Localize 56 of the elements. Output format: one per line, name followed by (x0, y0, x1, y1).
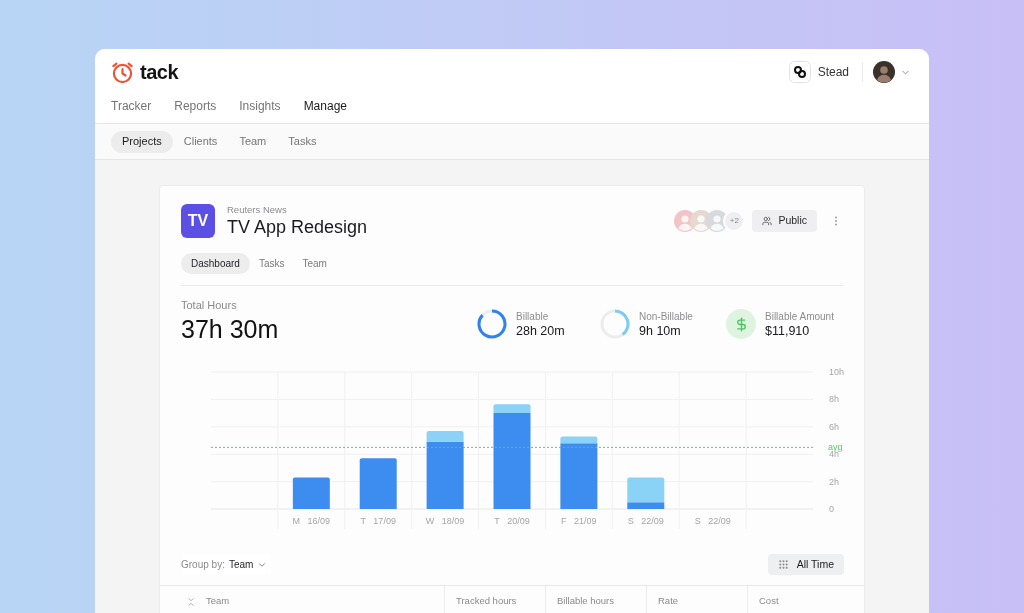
axis-label: S 22/09 (694, 516, 731, 526)
project-title: TV App Redesign (227, 216, 368, 238)
logo-text: tack (140, 62, 179, 82)
stat-label: Billable Amount (765, 309, 834, 323)
column-header: Team (206, 594, 230, 609)
column-header: Rate (658, 594, 679, 609)
dots-grid-icon (777, 559, 789, 570)
stat-label: Billable (516, 309, 550, 323)
client-name: Reuters News (227, 204, 288, 216)
project-tab[interactable]: Dashboard (181, 253, 250, 274)
more-members-count: +2 (723, 210, 746, 232)
total-hours-value: 37h 30m (181, 314, 280, 344)
bar (292, 477, 330, 509)
axis-label: 8h (829, 394, 839, 405)
nav-tab[interactable]: Insights (239, 96, 281, 115)
stat-value: 9h 10m (639, 322, 682, 339)
alarm-clock-logo-icon (111, 60, 134, 84)
workspace-logo-icon (788, 61, 811, 83)
bar (359, 458, 397, 509)
account-menu-button[interactable] (873, 61, 911, 83)
collapse-icon (186, 596, 196, 607)
subnav-tab[interactable]: Projects (111, 130, 173, 153)
total-hours-label: Total Hours (181, 299, 238, 312)
stat-value: $11,910 (765, 322, 811, 339)
axis-label: 2h (829, 476, 839, 487)
people-icon (762, 216, 773, 226)
progress-ring (600, 309, 630, 339)
user-avatar-icon (873, 61, 895, 83)
subnav-tab[interactable]: Clients (172, 130, 229, 153)
stat-value: 28h 20m (516, 322, 565, 339)
axis-label: T 20/09 (494, 516, 530, 526)
axis-label: M 16/09 (292, 516, 331, 526)
dollar-icon (726, 309, 756, 339)
project-tab[interactable]: Tasks (249, 253, 294, 274)
workspace-switcher[interactable]: Stead (788, 61, 849, 83)
progress-ring (477, 309, 507, 339)
axis-label: 10h (829, 367, 845, 377)
axis-label: 0 (829, 504, 834, 514)
nav-tab[interactable]: Manage (303, 96, 347, 115)
axis-label: S 22/09 (627, 516, 664, 526)
project-tab[interactable]: Team (293, 253, 336, 274)
axis-label: T 17/09 (360, 516, 396, 526)
axis-label: W 18/09 (425, 516, 465, 526)
axis-label: 6h (829, 421, 839, 432)
time-range-button[interactable]: All Time (767, 554, 844, 575)
axis-label: F 21/09 (561, 516, 597, 526)
column-header: Tracked hours (456, 594, 517, 609)
subnav-tab[interactable]: Team (228, 130, 278, 153)
subnav-tab[interactable]: Tasks (277, 130, 328, 153)
column-header: Cost (759, 594, 779, 609)
stat-label: Non-Billable (639, 309, 693, 323)
nav-tab[interactable]: Tracker (111, 96, 152, 115)
column-header: Billable hours (557, 594, 615, 609)
nav-tab[interactable]: Reports (174, 96, 217, 115)
visibility-button[interactable]: Public (752, 210, 817, 232)
project-initials-tile: TV (181, 204, 215, 238)
